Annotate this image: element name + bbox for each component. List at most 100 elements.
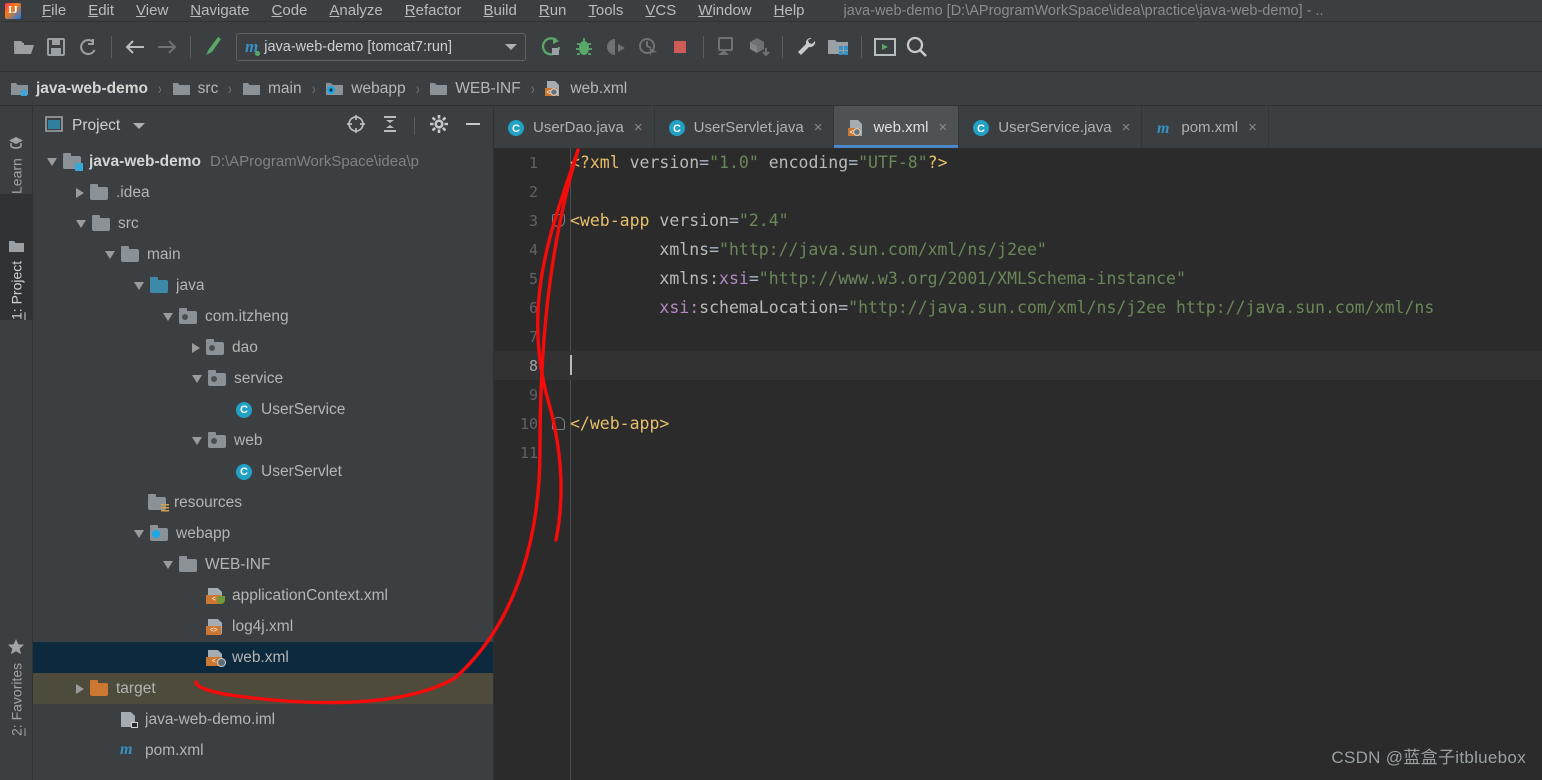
tree-node--idea[interactable]: .idea (33, 177, 493, 208)
hide-minimize-icon[interactable] (463, 114, 483, 139)
tree-node-log4j-xml[interactable]: <> log4j.xml (33, 611, 493, 642)
close-icon[interactable]: × (938, 119, 947, 136)
editor-tab-web-xml[interactable]: < web.xml × (834, 106, 960, 148)
editor-tab-userservlet-java[interactable]: C UserServlet.java × (655, 106, 835, 148)
chevron-down-icon[interactable] (105, 250, 115, 259)
save-all-icon[interactable] (40, 31, 72, 63)
menu-item-navigate[interactable]: Navigate (179, 0, 260, 22)
collapse-all-icon[interactable] (380, 114, 400, 139)
editor-tab-pom-xml[interactable]: m pom.xml × (1142, 106, 1269, 148)
code-fold-close-icon[interactable] (548, 409, 570, 438)
close-icon[interactable]: × (814, 119, 823, 136)
breadcrumb-item-src[interactable]: src (172, 80, 218, 98)
tool-window-learn[interactable]: Learn (0, 106, 33, 194)
open-folder-icon[interactable] (8, 31, 40, 63)
run-icon[interactable] (536, 31, 568, 63)
breadcrumb-item-java-web-demo[interactable]: java-web-demo (10, 80, 148, 98)
commit-icon[interactable] (743, 31, 775, 63)
code-line[interactable]: 10 </web-app> (494, 409, 1542, 438)
menu-item-window[interactable]: Window (687, 0, 762, 22)
project-structure-icon[interactable] (822, 31, 854, 63)
stop-icon[interactable] (664, 31, 696, 63)
tree-node-webapp[interactable]: webapp (33, 518, 493, 549)
chevron-down-icon[interactable] (47, 157, 57, 166)
tree-node-target[interactable]: target (33, 673, 493, 704)
code-line[interactable]: 6 xsi:schemaLocation="http://java.sun.co… (494, 293, 1542, 322)
chevron-down-icon[interactable] (134, 281, 144, 290)
tree-node-src[interactable]: src (33, 208, 493, 239)
menu-item-edit[interactable]: Edit (77, 0, 125, 22)
back-arrow-icon[interactable] (119, 31, 151, 63)
gear-icon[interactable] (429, 114, 449, 139)
update-project-icon[interactable] (711, 31, 743, 63)
menu-item-file[interactable]: File (31, 0, 77, 22)
menu-item-refactor[interactable]: Refactor (394, 0, 473, 22)
code-line[interactable]: 7 (494, 322, 1542, 351)
settings-wrench-icon[interactable] (790, 31, 822, 63)
tool-window-project[interactable]: 1: Project (0, 194, 33, 320)
menu-item-help[interactable]: Help (763, 0, 816, 22)
menu-item-vcs[interactable]: VCS (634, 0, 687, 22)
tree-node-pom-xml[interactable]: m pom.xml (33, 735, 493, 766)
tree-node-dao[interactable]: dao (33, 332, 493, 363)
forward-arrow-icon[interactable] (151, 31, 183, 63)
tree-node-userservlet[interactable]: C UserServlet (33, 456, 493, 487)
tree-node-java-web-demo-iml[interactable]: java-web-demo.iml (33, 704, 493, 735)
tree-node-applicationcontext-xml[interactable]: < applicationContext.xml (33, 580, 493, 611)
menu-item-view[interactable]: View (125, 0, 179, 22)
chevron-down-icon[interactable] (192, 436, 202, 445)
tree-node-com-itzheng[interactable]: com.itzheng (33, 301, 493, 332)
build-hammer-icon[interactable] (198, 31, 230, 63)
chevron-down-icon[interactable] (505, 43, 517, 50)
tree-node-web-xml[interactable]: < web.xml (33, 642, 493, 673)
editor-tab-userservice-java[interactable]: C UserService.java × (959, 106, 1143, 148)
chevron-down-icon[interactable] (133, 123, 146, 129)
search-everywhere-icon[interactable] (901, 31, 933, 63)
tree-node-main[interactable]: main (33, 239, 493, 270)
tree-node-resources[interactable]: resources (33, 487, 493, 518)
close-icon[interactable]: × (1248, 119, 1257, 136)
menu-item-analyze[interactable]: Analyze (318, 0, 393, 22)
menu-item-tools[interactable]: Tools (577, 0, 634, 22)
close-icon[interactable]: × (634, 119, 643, 136)
chevron-down-icon[interactable] (76, 219, 86, 228)
chevron-down-icon[interactable] (163, 312, 173, 321)
chevron-right-icon[interactable] (192, 342, 200, 353)
menu-item-run[interactable]: Run (528, 0, 578, 22)
tree-node-userservice[interactable]: C UserService (33, 394, 493, 425)
menu-item-build[interactable]: Build (472, 0, 527, 22)
code-line[interactable]: 3 <web-app version="2.4" (494, 206, 1542, 235)
tree-node-web-inf[interactable]: WEB-INF (33, 549, 493, 580)
chevron-right-icon[interactable] (76, 683, 84, 694)
code-line[interactable]: 9 (494, 380, 1542, 409)
project-tree[interactable]: java-web-demo D:\AProgramWorkSpace\idea\p… (33, 146, 493, 780)
tool-window-web[interactable]: Web (0, 742, 33, 780)
locate-target-icon[interactable] (346, 114, 366, 139)
run-configuration-selector[interactable]: m java-web-demo [tomcat7:run] (236, 32, 526, 61)
chevron-down-icon[interactable] (192, 374, 202, 383)
tool-window-favorites[interactable]: 2: Favorites (0, 598, 33, 736)
code-line[interactable]: 11 (494, 438, 1542, 467)
breadcrumb-item-main[interactable]: main (242, 80, 302, 98)
run-with-coverage-icon[interactable] (600, 31, 632, 63)
open-browser-icon[interactable] (869, 31, 901, 63)
sync-refresh-icon[interactable] (72, 31, 104, 63)
tree-node-java[interactable]: java (33, 270, 493, 301)
profile-icon[interactable] (632, 31, 664, 63)
code-fold-open-icon[interactable] (548, 206, 570, 235)
editor-tab-userdao-java[interactable]: C UserDao.java × (494, 106, 655, 148)
chevron-right-icon[interactable] (76, 187, 84, 198)
code-line[interactable]: 1 <?xml version="1.0" encoding="UTF-8"?> (494, 148, 1542, 177)
code-editor[interactable]: 1 <?xml version="1.0" encoding="UTF-8"?> 2… (494, 148, 1542, 780)
debug-icon[interactable] (568, 31, 600, 63)
chevron-down-icon[interactable] (134, 529, 144, 538)
code-line[interactable]: 5 xmlns:xsi="http://www.w3.org/2001/XMLS… (494, 264, 1542, 293)
tree-node-web[interactable]: web (33, 425, 493, 456)
close-icon[interactable]: × (1122, 119, 1131, 136)
tree-node-java-web-demo[interactable]: java-web-demo D:\AProgramWorkSpace\idea\p (33, 146, 493, 177)
code-line[interactable]: 2 (494, 177, 1542, 206)
code-line[interactable]: 4 xmlns="http://java.sun.com/xml/ns/j2ee… (494, 235, 1542, 264)
code-line[interactable]: 8 (494, 351, 1542, 380)
menu-item-code[interactable]: Code (261, 0, 319, 22)
breadcrumb-item-web-inf[interactable]: WEB-INF (429, 80, 521, 98)
